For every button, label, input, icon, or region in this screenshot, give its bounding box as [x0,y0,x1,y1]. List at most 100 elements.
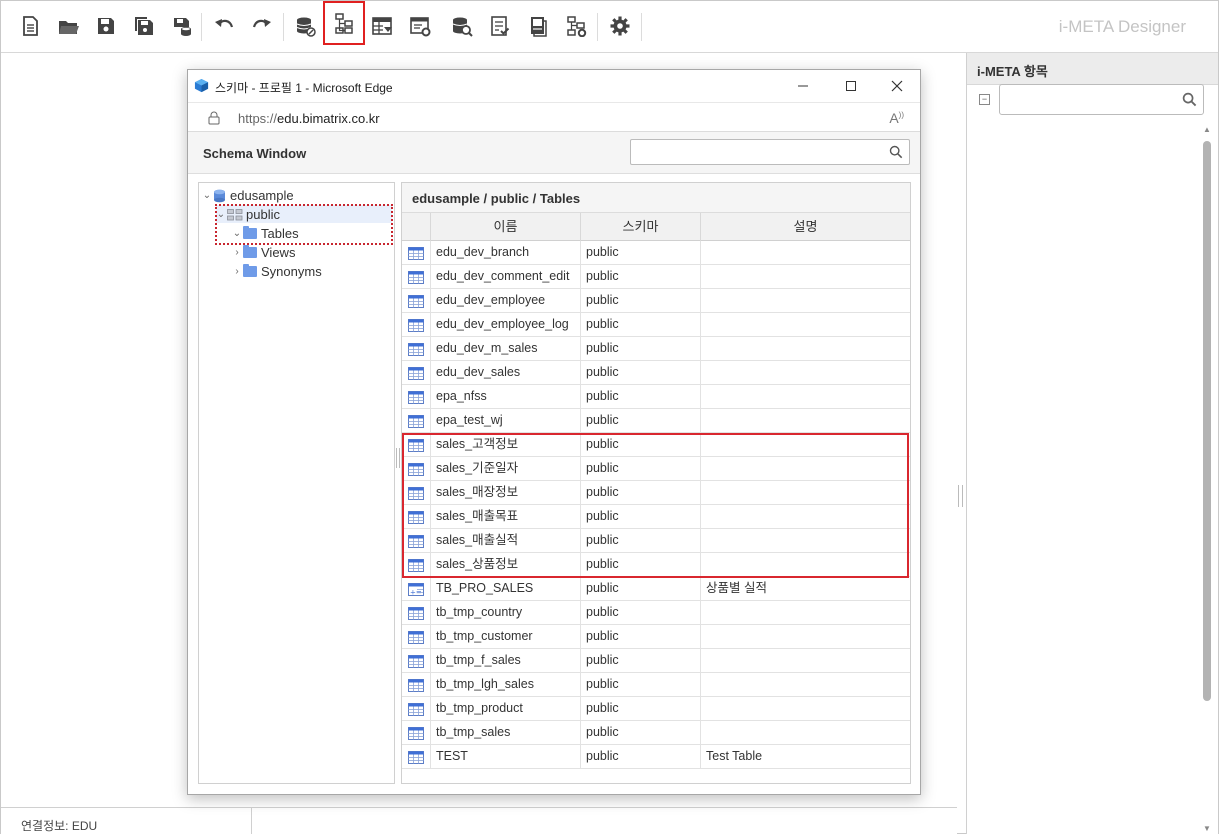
app-window: i-META Designer i-META 항목 − ▲ ▼ 연결정보: ED… [0,0,1219,834]
table-name-cell[interactable]: epa_test_wj [431,409,581,433]
table-name-cell[interactable]: edu_dev_branch [431,241,581,265]
schema-search-input[interactable] [630,139,910,165]
table-name-cell[interactable]: TB_PRO_SALES [431,577,581,601]
table-row[interactable]: epa_nfss public [402,385,910,409]
chevron-down-icon[interactable]: ⌄ [201,190,213,201]
table-row[interactable]: edu_dev_sales public [402,361,910,385]
chevron-right-icon[interactable]: › [231,266,243,277]
main-toolbar: i-META Designer [1,1,1218,53]
grid-header-schema[interactable]: 스키마 [581,213,701,241]
table-row[interactable]: sales_상품정보 public [402,553,910,577]
scrollbar-thumb[interactable] [1203,141,1211,701]
table-name-cell[interactable]: TEST [431,745,581,769]
undo-button[interactable] [207,9,241,43]
table-row[interactable]: tb_tmp_f_sales public [402,649,910,673]
scroll-up-icon[interactable]: ▲ [1203,125,1211,134]
table-name-cell[interactable]: edu_dev_employee [431,289,581,313]
table-name-cell[interactable]: tb_tmp_sales [431,721,581,745]
table-row[interactable]: edu_dev_comment_edit public [402,265,910,289]
table-row[interactable]: edu_dev_m_sales public [402,337,910,361]
table-settings-button[interactable] [365,9,399,43]
table-name-cell[interactable]: sales_상품정보 [431,553,581,577]
table-row[interactable]: tb_tmp_sales public [402,721,910,745]
save-db-button[interactable] [165,9,199,43]
table-row[interactable]: sales_매장정보 public [402,481,910,505]
chevron-right-icon[interactable]: › [231,247,243,258]
table-name-cell[interactable]: tb_tmp_f_sales [431,649,581,673]
save-all-icon [135,17,153,35]
table-row[interactable]: edu_dev_employee public [402,289,910,313]
table-name-cell[interactable]: sales_기준일자 [431,457,581,481]
search-icon[interactable] [889,145,903,159]
edge-popup-window: 스키마 - 프로필 1 - Microsoft Edge https://edu… [187,69,921,795]
table-row[interactable]: sales_매출실적 public [402,529,910,553]
redo-button[interactable] [245,9,279,43]
tree-label-synonyms: Synonyms [261,264,322,279]
tree-node-views[interactable]: › Views [231,243,295,262]
tree-node-database[interactable]: ⌄ edusample [201,186,294,205]
table-name-cell[interactable]: edu_dev_employee_log [431,313,581,337]
db-connection-button[interactable] [289,9,323,43]
new-document-button[interactable] [13,9,47,43]
url-text[interactable]: https://edu.bimatrix.co.kr [238,111,380,126]
table-row[interactable]: tb_tmp_product public [402,697,910,721]
table-name-cell[interactable]: tb_tmp_product [431,697,581,721]
table-row[interactable]: epa_test_wj public [402,409,910,433]
table-name-cell[interactable]: sales_매출목표 [431,505,581,529]
table-name-cell[interactable]: edu_dev_comment_edit [431,265,581,289]
table-name-cell[interactable]: epa_nfss [431,385,581,409]
open-folder-button[interactable] [51,9,85,43]
tree-node-synonyms[interactable]: › Synonyms [231,262,322,281]
save-button[interactable] [89,9,123,43]
table-row[interactable]: sales_기준일자 public [402,457,910,481]
table-name-cell[interactable]: sales_매장정보 [431,481,581,505]
grid-header-name[interactable]: 이름 [431,213,581,241]
schema-cell: public [581,625,701,649]
window-settings-button[interactable] [403,9,437,43]
table-row[interactable]: tb_tmp_country public [402,601,910,625]
table-row[interactable]: edu_dev_employee_log public [402,313,910,337]
table-row[interactable]: TEST public Test Table [402,745,910,769]
search-icon[interactable] [1182,92,1197,107]
tree-grid-splitter[interactable] [396,448,400,468]
edge-titlebar[interactable]: 스키마 - 프로필 1 - Microsoft Edge [188,70,920,102]
table-name-cell[interactable]: tb_tmp_lgh_sales [431,673,581,697]
collapse-all-icon[interactable]: − [979,94,990,105]
lock-icon[interactable] [208,111,220,125]
schema-cell: public [581,601,701,625]
imeta-search-input[interactable] [999,84,1204,115]
schema-tree-button[interactable] [323,1,365,45]
row-icon-cell [402,745,431,769]
table-name-cell[interactable]: sales_매출실적 [431,529,581,553]
panel-splitter[interactable] [958,485,963,507]
save-all-button[interactable] [127,9,161,43]
close-button[interactable] [886,76,908,96]
maximize-button[interactable] [840,76,862,96]
table-icon [408,702,424,716]
table-row[interactable]: sales_매출목표 public [402,505,910,529]
table-name-cell[interactable]: tb_tmp_customer [431,625,581,649]
read-aloud-icon[interactable]: A)) [889,110,904,126]
table-icon [408,510,424,524]
table-row[interactable]: tb_tmp_customer public [402,625,910,649]
table-row[interactable]: sales_고객정보 public [402,433,910,457]
checklist-button[interactable] [483,9,517,43]
scroll-down-icon[interactable]: ▼ [1203,824,1211,833]
table-name-cell[interactable]: edu_dev_m_sales [431,337,581,361]
hierarchy-settings-button[interactable] [559,9,593,43]
table-name-cell[interactable]: sales_고객정보 [431,433,581,457]
table-row[interactable]: edu_dev_branch public [402,241,910,265]
designer-title: i-META Designer [1058,17,1186,36]
db-search-button[interactable] [445,9,479,43]
table-name-cell[interactable]: tb_tmp_country [431,601,581,625]
document-button[interactable] [521,9,555,43]
vertical-scrollbar[interactable]: ▲ ▼ [1203,125,1211,833]
table-row[interactable]: += TB_PRO_SALES public 상품별 실적 [402,577,910,601]
address-bar[interactable]: https://edu.bimatrix.co.kr A)) [188,102,920,132]
table-row[interactable]: tb_tmp_lgh_sales public [402,673,910,697]
open-folder-icon [59,21,79,34]
grid-header-description[interactable]: 설명 [701,213,910,241]
gear-button[interactable] [603,9,637,43]
minimize-button[interactable] [792,76,814,96]
table-name-cell[interactable]: edu_dev_sales [431,361,581,385]
